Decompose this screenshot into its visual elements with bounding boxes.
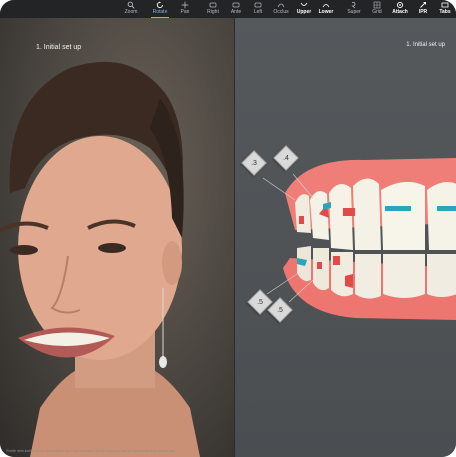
step-title-right: 1. Initial set up <box>406 42 445 48</box>
dental-model[interactable] <box>235 18 456 457</box>
app-window: Zoom Rotate Pan Right Ante Left Occlus U… <box>0 0 456 457</box>
step-title-left: 1. Initial set up <box>36 44 82 51</box>
tool-rotate[interactable]: Rotate <box>147 0 173 18</box>
left-view-icon <box>254 2 262 8</box>
tool-label: Rotate <box>152 9 168 15</box>
tool-label: Super <box>347 9 361 15</box>
tool-label: Occlus <box>273 9 289 15</box>
grid-icon <box>373 1 381 9</box>
tool-zoom[interactable]: Zoom <box>118 0 144 18</box>
zoom-icon <box>127 1 135 9</box>
lower-jaw-icon <box>322 4 330 8</box>
rotate-icon <box>156 1 163 9</box>
ipr-marker-value: .3 <box>251 159 257 167</box>
tool-label: Grid <box>372 9 382 15</box>
tool-label: Zoom <box>124 9 138 15</box>
disclaimer-note: Smile simulation is an illustration and … <box>6 448 175 453</box>
tool-label: Lower <box>318 9 334 15</box>
patient-photo-panel: 1. Initial set up <box>0 18 234 457</box>
attachment-icon <box>396 1 404 9</box>
superimpose-icon <box>351 2 356 9</box>
tool-label: Left <box>253 9 263 15</box>
tool-label: Tabs <box>439 9 451 15</box>
occlusal-view-icon <box>277 3 285 8</box>
anterior-view-icon <box>232 2 240 8</box>
view-toolbar: Zoom Rotate Pan Right Ante Left Occlus U… <box>0 0 456 18</box>
ipr-icon <box>420 2 426 8</box>
tool-label: Attach <box>392 9 408 15</box>
ipr-marker-value: .5 <box>277 306 283 314</box>
tool-lower-jaw[interactable]: Lower <box>313 0 339 18</box>
upper-jaw-icon <box>300 2 308 6</box>
right-view-icon <box>209 2 217 8</box>
3d-viewport[interactable]: 1. Initial set up .3 .4 .5 .5 <box>234 18 456 457</box>
tool-label: Upper <box>296 9 312 15</box>
tool-pan[interactable]: Pan <box>172 0 198 18</box>
ipr-marker-value: .4 <box>283 154 289 162</box>
tool-label: IPR <box>418 9 428 15</box>
tool-label: Pan <box>180 9 190 15</box>
tabs-icon <box>441 2 449 8</box>
tool-label: Right <box>207 9 219 15</box>
tool-label: Ante <box>230 9 242 15</box>
tool-tabs[interactable]: Tabs <box>432 0 456 18</box>
ipr-marker-value: .5 <box>257 298 263 306</box>
pan-icon <box>181 1 189 9</box>
patient-photo <box>0 61 200 457</box>
